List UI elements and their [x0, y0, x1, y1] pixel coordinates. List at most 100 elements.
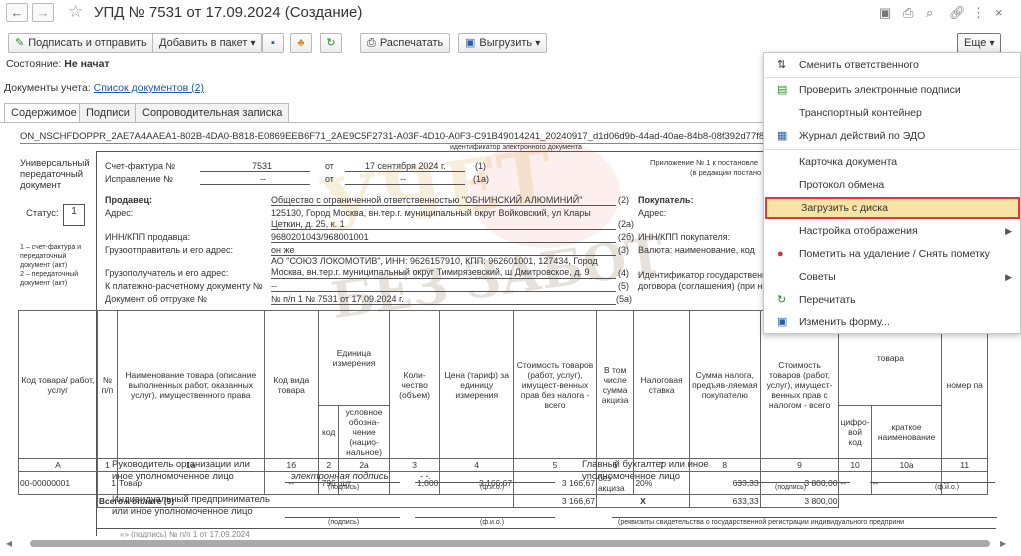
ref-3: (3) — [618, 245, 629, 255]
docs-label: Документы учета: — [4, 82, 91, 94]
delete-mark-icon: ● — [777, 248, 784, 260]
total-x: Х — [595, 494, 690, 508]
upload-label: Выгрузить — [479, 37, 533, 49]
state-value: Не начат — [64, 58, 110, 70]
docs-link[interactable]: Список документов (2) — [94, 82, 204, 94]
num-10: 10 — [838, 458, 872, 472]
shipper: он же — [271, 245, 295, 255]
search-icon[interactable]: ⌕ — [926, 5, 933, 21]
sign-send-button[interactable]: ✎ Подписать и отправить — [8, 33, 154, 53]
print-icon[interactable]: ⎙ — [903, 5, 913, 21]
correction-label: Исправление № — [105, 174, 173, 184]
sign-cap-3: (подпись) — [328, 519, 360, 526]
hdr-digit: цифро-вой код — [838, 405, 872, 459]
tab-content[interactable]: Содержимое — [4, 103, 84, 123]
row-price: 3 166,67 — [439, 471, 515, 495]
appendix: Приложение № 1 к постановле — [650, 158, 758, 167]
menu-mark-delete[interactable]: ● Пометить на удаление / Снять пометку — [765, 243, 1020, 265]
num-a: А — [18, 458, 98, 472]
scroll-left-icon[interactable]: ◀ — [6, 539, 12, 548]
refresh-button[interactable]: ↻ — [320, 33, 342, 53]
watermark-apple — [470, 138, 620, 248]
file-id-line — [20, 143, 765, 144]
contract: договора (соглашения) (при н — [638, 281, 763, 291]
menu-display-settings[interactable]: Настройка отображения ▶ — [765, 220, 1020, 242]
link-icon[interactable]: 🔗︎ — [949, 5, 966, 21]
menu-document-card[interactable]: Карточка документа — [765, 151, 1020, 173]
menu-label: Протокол обмена — [799, 179, 885, 191]
menu-edo-journal[interactable]: ▦ Журнал действий по ЭДО — [765, 125, 1020, 147]
scroll-right-icon[interactable]: ▶ — [1000, 539, 1006, 548]
window-title: УПД № 7531 от 17.09.2024 (Создание) — [94, 4, 363, 21]
row-c11: -- — [941, 471, 988, 495]
menu-transport-container[interactable]: Транспортный контейнер — [765, 102, 1020, 124]
structure-button[interactable]: ♣ — [290, 33, 312, 53]
menu-separator — [765, 149, 1020, 150]
upload-icon: ▣ — [465, 37, 476, 49]
title-bar: ← → ☆ УПД № 7531 от 17.09.2024 (Создание… — [0, 0, 1021, 26]
row-c10: -- — [838, 471, 872, 495]
consignee-line — [271, 278, 616, 279]
printer-icon: ⎙ — [367, 37, 376, 49]
menu-exchange-protocol[interactable]: Протокол обмена — [765, 174, 1020, 196]
hdr-rate: Налоговая ставка — [633, 310, 690, 459]
more-menu: ⇅ Сменить ответственного ▤ Проверить элект… — [763, 52, 1021, 334]
check-sign-icon: ▤ — [777, 84, 788, 96]
seller-address: 125130, Город Москва, вн.тер.г. муниципа… — [271, 208, 591, 229]
menu-check-signatures[interactable]: ▤ Проверить электронные подписи — [765, 79, 1020, 101]
head-label: Руководитель организации или иное уполно… — [112, 459, 250, 482]
forward-button[interactable]: → — [32, 3, 54, 22]
dropdown-icon: ▾ — [535, 38, 541, 49]
fio-line-1 — [415, 482, 555, 483]
menu-tips[interactable]: Советы ▶ — [765, 266, 1020, 288]
menu-label: Карточка документа — [799, 156, 898, 168]
hdr-unit: Единица измерения — [318, 310, 390, 406]
tab-signatures[interactable]: Подписи — [79, 103, 137, 122]
from-label: от — [325, 161, 334, 171]
row-c10a: -- — [870, 471, 943, 495]
ref-2b: (2б) — [618, 232, 635, 242]
more-icon[interactable]: ⋮ — [972, 5, 985, 21]
menu-reread[interactable]: ↻ Перечитать — [765, 289, 1020, 311]
menu-change-responsible[interactable]: ⇅ Сменить ответственного — [765, 54, 1020, 76]
invoice-no: 7531 — [252, 161, 273, 171]
back-button[interactable]: ← — [6, 3, 28, 22]
save-disk-button[interactable]: ▪ — [262, 33, 284, 53]
add-packet-button[interactable]: Добавить в пакет ▾ — [152, 33, 263, 53]
upload-button[interactable]: ▣ Выгрузить ▾ — [458, 33, 548, 53]
ref-5a: (5а) — [616, 294, 633, 304]
print-button[interactable]: ⎙ Распечатать — [360, 33, 451, 53]
hdr-excise: В том числе сумма акциза — [595, 310, 635, 459]
buyer-inn-label: ИНН/КПП покупателя: — [638, 232, 731, 242]
fio-line-2 — [870, 482, 995, 483]
tab-note[interactable]: Сопроводительная записка — [135, 103, 290, 122]
ref-5: (5) — [618, 281, 629, 291]
save-icon[interactable]: ▣ — [879, 5, 891, 21]
menu-change-form[interactable]: ▣ Изменить форму... — [765, 311, 1020, 333]
num-2: 2 — [318, 458, 340, 472]
horizontal-scrollbar[interactable] — [30, 540, 990, 547]
favorite-star-icon[interactable]: ☆ — [68, 2, 83, 22]
close-icon[interactable]: × — [995, 5, 1003, 20]
menu-label: Сменить ответственного — [799, 59, 919, 71]
status-label: Статус: — [26, 208, 59, 219]
fio-line-3 — [415, 517, 555, 518]
correction-no: -- — [260, 174, 266, 184]
appendix-2: (в редакции постано — [690, 168, 762, 177]
currency-label: Валюта: наименование, код — [638, 245, 755, 255]
buyer-label: Покупатель: — [638, 195, 694, 205]
person-arrow-icon: ⇅ — [777, 59, 787, 71]
menu-load-from-disk[interactable]: Загрузить с диска — [765, 197, 1020, 219]
fio-cap-2: (ф.и.о.) — [935, 484, 960, 491]
num-10a: 10а — [870, 458, 943, 472]
consignee-label: Грузополучатель и его адрес: — [105, 268, 229, 278]
menu-separator — [765, 77, 1020, 78]
gov-id: Идентификатор государственн — [638, 270, 768, 280]
shipdoc: № п/п 1 № 7531 от 17.09.2024 г. — [271, 294, 404, 304]
more-button[interactable]: Еще ▾ — [957, 33, 1002, 53]
payment-label: К платежно-расчетному документу № — [105, 281, 263, 291]
correction-no-line — [200, 184, 310, 185]
file-id-caption: идентификатор электронного документа — [450, 144, 582, 151]
payment: -- — [271, 281, 277, 291]
seller-label: Продавец: — [105, 195, 153, 205]
